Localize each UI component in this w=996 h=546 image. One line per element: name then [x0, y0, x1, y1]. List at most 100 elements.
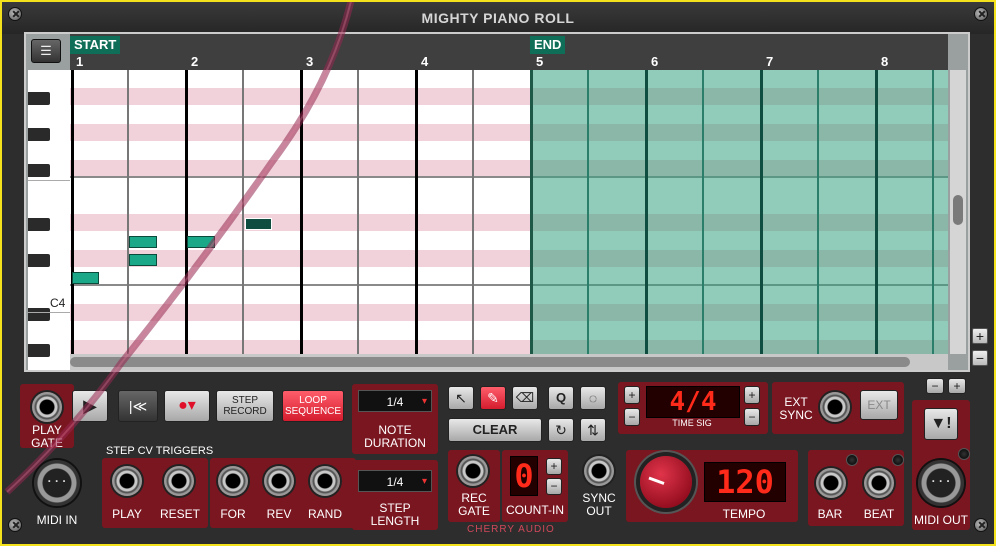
quantize-button[interactable]: Q — [548, 386, 574, 410]
count-in-down[interactable]: − — [546, 478, 562, 495]
ext-button[interactable]: EXT — [860, 390, 898, 420]
erase-tool-button[interactable]: ⌫ — [512, 386, 538, 410]
forward-trigger-jack[interactable] — [218, 466, 248, 496]
midi-out-channel-up[interactable]: + — [948, 378, 966, 394]
horizontal-scroll-thumb[interactable] — [70, 357, 910, 367]
time-sig-numerator-up[interactable]: + — [624, 386, 640, 404]
time-sig-denominator-down[interactable]: − — [744, 408, 760, 426]
out-of-loop-region — [530, 70, 948, 354]
screw-icon — [974, 7, 988, 21]
black-key[interactable] — [28, 344, 50, 357]
black-key[interactable] — [28, 164, 50, 177]
time-sig-denominator-up[interactable]: + — [744, 386, 760, 404]
beat-jack[interactable] — [864, 468, 894, 498]
timeline-ruler[interactable]: START END 1 2 3 4 5 6 7 8 — [70, 34, 948, 70]
undo-button[interactable]: ↻ — [548, 418, 574, 442]
piano-keyboard[interactable]: C4 — [28, 70, 70, 370]
midi-in-port[interactable] — [34, 460, 80, 506]
sync-out-jack[interactable] — [584, 456, 614, 486]
note-block[interactable] — [72, 272, 99, 284]
menu-button[interactable]: ☰ — [31, 39, 61, 63]
rec-gate-jack[interactable] — [458, 456, 488, 486]
beat-label: BEAT — [863, 507, 895, 521]
random-label: RAND — [307, 507, 342, 521]
ext-sync-label: EXT SYNC — [779, 395, 813, 422]
bar-led — [846, 454, 858, 466]
rec-gate-label: REC GATE — [458, 491, 490, 518]
beat-led — [892, 454, 904, 466]
bar-number: 1 — [76, 54, 84, 69]
note-duration-dropdown[interactable]: 1/4 — [358, 390, 432, 413]
menu-icon: ☰ — [40, 43, 52, 58]
title-bar: MIGHTY PIANO ROLL — [2, 2, 994, 34]
screw-icon — [8, 7, 22, 21]
draw-tool-button[interactable]: ✎ — [480, 386, 506, 410]
clear-button[interactable]: CLEAR — [448, 418, 542, 442]
module-frame: MIGHTY PIANO ROLL ☰ START END 1 2 3 4 5 … — [0, 0, 996, 546]
rewind-icon: |≪ — [128, 398, 148, 414]
note-block-selected[interactable] — [245, 218, 272, 230]
horizontal-scrollbar[interactable] — [70, 354, 948, 370]
panic-button[interactable]: ▼! — [924, 408, 958, 440]
c4-label: C4 — [50, 296, 66, 310]
midi-out-channel-down[interactable]: − — [926, 378, 944, 394]
time-sig-label: TIME SIG — [672, 418, 712, 428]
black-key[interactable] — [28, 128, 50, 141]
ext-sync-jack[interactable] — [820, 392, 850, 422]
tempo-label: TEMPO — [722, 507, 766, 521]
bar-number: 7 — [766, 54, 774, 69]
note-duration-label: NOTE DURATION — [364, 423, 426, 450]
zoom-in-button[interactable]: + — [972, 328, 988, 344]
record-button[interactable]: ●▾ — [164, 390, 210, 422]
time-sig-display: 4/4 — [646, 386, 740, 418]
reverse-label: REV — [266, 507, 292, 521]
transpose-button[interactable]: ⇅ — [580, 418, 606, 442]
zoom-out-button[interactable]: − — [972, 350, 988, 366]
play-button[interactable]: ▶ — [72, 390, 108, 422]
note-grid[interactable] — [70, 70, 948, 354]
bar-label: BAR — [817, 507, 843, 521]
black-key[interactable] — [28, 254, 50, 267]
tempo-knob[interactable] — [640, 456, 692, 508]
bar-jack[interactable] — [816, 468, 846, 498]
note-block[interactable] — [187, 236, 215, 248]
black-key[interactable] — [28, 92, 50, 105]
play-icon: ▶ — [83, 396, 97, 416]
random-trigger-jack[interactable] — [310, 466, 340, 496]
black-key[interactable] — [28, 308, 50, 321]
rewind-button[interactable]: |≪ — [118, 390, 158, 422]
play-trigger-jack[interactable] — [112, 466, 142, 496]
bar-number: 8 — [881, 54, 889, 69]
bar-number: 5 — [536, 54, 544, 69]
reset-trigger-jack[interactable] — [164, 466, 194, 496]
end-marker[interactable]: END — [530, 36, 566, 54]
lasso-button[interactable]: ◌ — [580, 386, 606, 410]
time-sig-numerator-down[interactable]: − — [624, 408, 640, 426]
transpose-icon: ⇅ — [587, 422, 599, 438]
control-panel: PLAY GATE ▶ |≪ ●▾ STEP RECORD LOOP SEQUE… — [14, 378, 974, 538]
step-record-button[interactable]: STEP RECORD — [216, 390, 274, 422]
count-in-display: 0 — [510, 456, 538, 496]
reverse-trigger-jack[interactable] — [264, 466, 294, 496]
module-title: MIGHTY PIANO ROLL — [421, 10, 575, 26]
black-key[interactable] — [28, 218, 50, 231]
midi-in-label: MIDI IN — [36, 513, 78, 527]
loop-sequence-button[interactable]: LOOP SEQUENCE — [282, 390, 344, 422]
record-icon: ●▾ — [178, 397, 196, 414]
tempo-display: 120 — [704, 462, 786, 502]
reset-trigger-label: RESET — [159, 507, 200, 521]
select-tool-button[interactable]: ↖ — [448, 386, 474, 410]
note-block[interactable] — [129, 254, 157, 266]
vertical-scrollbar[interactable] — [950, 70, 966, 354]
cherry-audio-logo: CHERRY AUDIO — [467, 524, 555, 535]
play-gate-jack[interactable] — [32, 392, 62, 422]
undo-icon: ↻ — [555, 422, 567, 438]
note-block[interactable] — [129, 236, 157, 248]
midi-out-port[interactable] — [918, 460, 964, 506]
midi-out-label: MIDI OUT — [914, 513, 968, 527]
count-in-up[interactable]: + — [546, 458, 562, 475]
vertical-scroll-thumb[interactable] — [953, 195, 963, 225]
step-length-dropdown[interactable]: 1/4 — [358, 470, 432, 493]
bar-number: 6 — [651, 54, 659, 69]
start-marker[interactable]: START — [70, 36, 121, 54]
